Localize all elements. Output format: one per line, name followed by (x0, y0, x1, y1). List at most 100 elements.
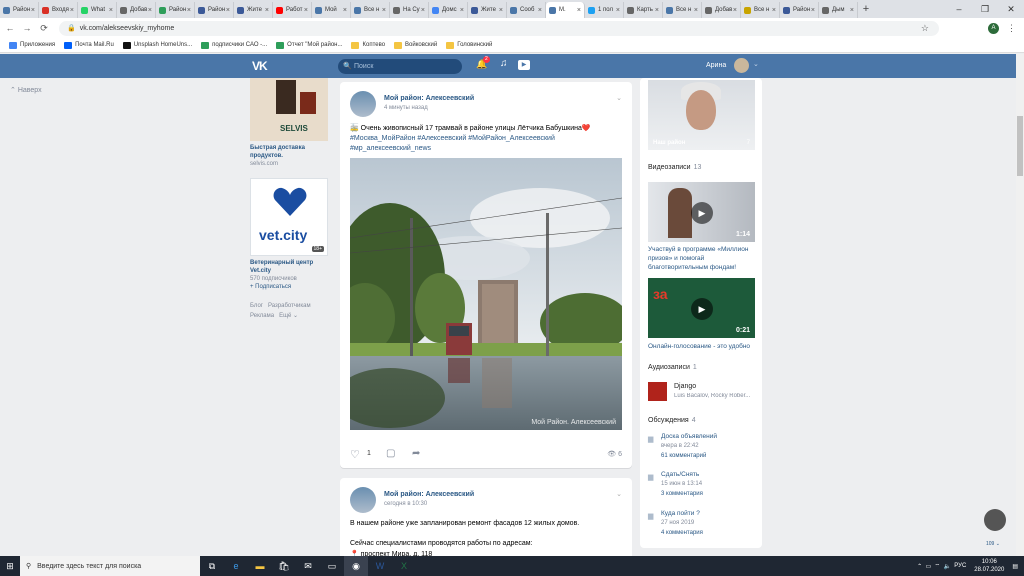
browser-tab[interactable]: Все н × (351, 2, 390, 18)
close-window-icon[interactable]: ✕ (998, 0, 1024, 18)
close-tab-icon[interactable]: × (31, 7, 35, 14)
scrollbar-thumb[interactable] (1017, 116, 1023, 176)
discussion-title[interactable]: Сдать/Снять (661, 471, 699, 478)
community-avatar[interactable] (350, 487, 376, 513)
browser-tab[interactable]: Жите × (468, 2, 507, 18)
close-tab-icon[interactable]: × (694, 7, 698, 14)
user-name[interactable]: Арина (706, 62, 726, 69)
close-tab-icon[interactable]: × (148, 7, 152, 14)
network-icon[interactable]: ⌔ (934, 562, 940, 570)
video-caption[interactable]: Онлайн-голосование - это удобно (648, 342, 758, 351)
close-tab-icon[interactable]: × (811, 7, 815, 14)
bookmark-item[interactable]: Коптево (351, 41, 385, 49)
new-tab-icon[interactable]: + (858, 3, 874, 15)
ad-image-selvis[interactable]: SELVIS (250, 78, 328, 141)
close-tab-icon[interactable]: × (343, 7, 347, 14)
audio-item[interactable]: Django Luis Bacalov, Rocky Rober... (648, 382, 758, 402)
mail-icon[interactable]: ✉ (296, 556, 320, 576)
chevron-down-icon[interactable]: ⌄ (753, 60, 759, 68)
close-tab-icon[interactable]: × (460, 7, 464, 14)
edge-icon[interactable]: e (224, 556, 248, 576)
footer-link[interactable]: Ещё (279, 313, 291, 319)
profile-avatar[interactable]: A (988, 22, 999, 34)
close-tab-icon[interactable]: × (577, 7, 581, 14)
close-tab-icon[interactable]: × (850, 7, 854, 14)
menu-icon[interactable]: ⋮ (1007, 23, 1016, 34)
bookmark-item[interactable]: Почта Mail.Ru (64, 41, 114, 49)
video-thumbnail[interactable]: ▶ 1:14 (648, 182, 755, 242)
browser-tab[interactable]: Карть × (624, 2, 663, 18)
word-icon[interactable]: W (368, 556, 392, 576)
close-tab-icon[interactable]: × (772, 7, 776, 14)
url-input[interactable]: 🔒 vk.com/alekseevskiy_myhome ☆ (59, 20, 939, 36)
excel-icon[interactable]: X (392, 556, 416, 576)
browser-tab[interactable]: 1 пол × (585, 2, 624, 18)
browser-tab[interactable]: Добав × (702, 2, 741, 18)
browser-tab[interactable]: Сооб × (507, 2, 546, 18)
volume-icon[interactable]: 🔈 (943, 563, 950, 570)
ad-title[interactable]: Ветеринарный центр Vet.city (250, 260, 313, 274)
close-tab-icon[interactable]: × (655, 7, 659, 14)
star-icon[interactable]: ☆ (921, 23, 929, 34)
discussion-comments[interactable]: 4 комментария (661, 530, 703, 536)
footer-link[interactable]: Реклама (250, 313, 274, 319)
bookmark-item[interactable]: Отчет "Мой район... (276, 41, 342, 49)
heart-icon[interactable]: ♡ (350, 448, 360, 461)
ad-title[interactable]: Быстрая доставка продуктов. (250, 145, 305, 159)
page-scrollbar[interactable] (1016, 54, 1024, 556)
notifications-icon[interactable]: ▤ (1012, 563, 1018, 570)
browser-tab[interactable]: Жите × (234, 2, 273, 18)
browser-tab[interactable]: Мой × (312, 2, 351, 18)
back-to-top[interactable]: ⌃ Наверх (10, 86, 42, 94)
task-view-icon[interactable]: ⧉ (200, 556, 224, 576)
footer-link[interactable]: Блог (250, 303, 263, 309)
post-time[interactable]: 4 минуты назад (384, 105, 428, 111)
close-tab-icon[interactable]: × (109, 7, 113, 14)
minimize-icon[interactable]: – (946, 0, 972, 18)
post-photo[interactable]: Мой Район. Алексеевский (350, 158, 622, 430)
subscribe-link[interactable]: + Подписаться (250, 283, 330, 291)
language-indicator[interactable]: РУС (954, 563, 966, 569)
video-thumbnail[interactable]: за ▶ 0:21 (648, 278, 755, 338)
chat-avatar[interactable] (984, 509, 1006, 531)
browser-tab[interactable]: Район × (156, 2, 195, 18)
post-hashtags[interactable]: #Москва_МойРайон #Алексеевский #МойРайон… (350, 134, 605, 154)
browser-tab[interactable]: Все н × (741, 2, 780, 18)
chrome-icon[interactable]: ◉ (344, 556, 368, 576)
chevron-down-icon[interactable]: ⌄ (616, 94, 622, 102)
browser-tab[interactable]: What × (78, 2, 117, 18)
close-tab-icon[interactable]: × (265, 7, 269, 14)
play-icon[interactable]: ▶ (518, 60, 530, 70)
browser-tab[interactable]: На Су × (390, 2, 429, 18)
ad-site[interactable]: selvis.com (250, 160, 330, 168)
chevron-up-icon[interactable]: ⌃ (917, 563, 922, 570)
clock[interactable]: 10:06 28.07.2020 (974, 558, 1004, 574)
store-icon[interactable]: 🛍 (272, 556, 296, 576)
browser-tab[interactable]: М. × (546, 2, 585, 18)
post-author[interactable]: Мой район: Алексеевский (384, 95, 474, 102)
community-avatar[interactable] (350, 91, 376, 117)
chevron-down-icon[interactable]: ⌄ (616, 490, 622, 498)
close-tab-icon[interactable]: × (499, 7, 503, 14)
bookmark-item[interactable]: подписчики САО -... (201, 41, 267, 49)
close-tab-icon[interactable]: × (616, 7, 620, 14)
browser-tab[interactable]: Работ × (273, 2, 312, 18)
bookmark-item[interactable]: Войковский (394, 41, 437, 49)
browser-tab[interactable]: Район × (0, 2, 39, 18)
bookmark-item[interactable]: Приложения (9, 41, 55, 49)
post-author[interactable]: Мой район: Алексеевский (384, 491, 474, 498)
comment-icon[interactable]: ▢ (386, 448, 395, 459)
user-avatar[interactable] (734, 58, 749, 73)
album-photo[interactable]: Наш район 7 (648, 80, 755, 150)
back-icon[interactable]: ← (3, 23, 17, 33)
post-time[interactable]: сегодня в 10:30 (384, 501, 427, 507)
vk-search-input[interactable]: 🔍 Поиск (338, 59, 462, 74)
browser-tab[interactable]: Район × (780, 2, 819, 18)
discussion-title[interactable]: Доска объявлений (661, 433, 717, 440)
bookmark-item[interactable]: Unsplash HomeUns... (122, 41, 192, 49)
music-icon[interactable]: ♫ (500, 58, 508, 69)
close-tab-icon[interactable]: × (538, 7, 542, 14)
windows-start-icon[interactable]: ⊞ (0, 561, 20, 572)
explorer-icon[interactable]: ▬ (248, 556, 272, 576)
close-tab-icon[interactable]: × (70, 7, 74, 14)
